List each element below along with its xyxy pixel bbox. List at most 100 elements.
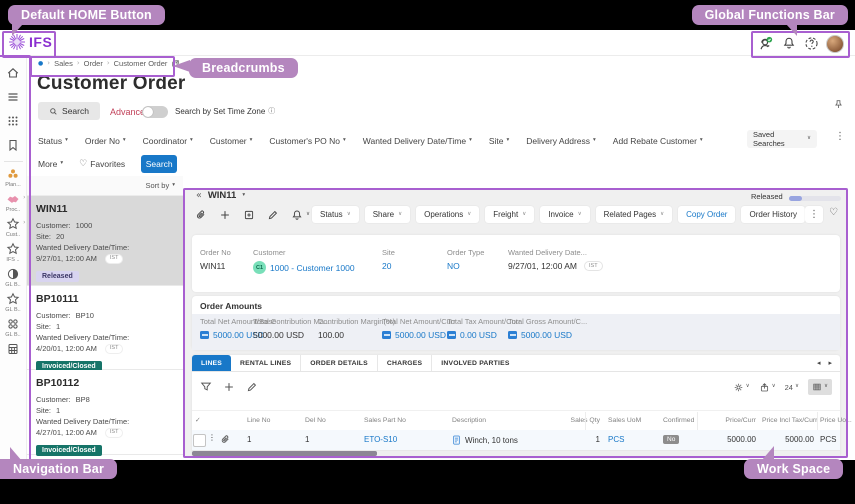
filter-more[interactable]: More▾ (38, 159, 63, 169)
breadcrumb-item-customer-order[interactable]: Customer Order (114, 59, 168, 68)
share-menu-button[interactable]: Share∨ (365, 206, 410, 223)
filter-coordinator[interactable]: Coordinator▾ (143, 136, 193, 146)
tab-lines[interactable]: LINES (192, 355, 231, 371)
filter-funnel-icon[interactable] (200, 381, 212, 393)
status-menu-button[interactable]: Status∨ (312, 206, 359, 223)
select-all-check-icon[interactable]: ✓ (195, 417, 201, 424)
caret-down-icon[interactable]: ▾ (242, 193, 245, 199)
info-icon: ⓘ (268, 108, 275, 115)
cell-sales-part-no[interactable]: ETO-S10 (364, 435, 397, 444)
order-history-button[interactable]: Order History (741, 206, 805, 223)
sidebar-item-gl-3[interactable]: GL B.. (0, 317, 27, 338)
home-icon[interactable] (6, 66, 20, 80)
row-attachment-icon[interactable] (220, 434, 231, 445)
row-checkbox[interactable] (193, 434, 206, 447)
cell-confirmed: No (663, 434, 679, 443)
view-mode-button[interactable]: ∨ (808, 379, 832, 395)
table-row[interactable]: ⋮ 1 1 ETO-S10 Winch, 10 tons 1 PCS No 50 (192, 430, 840, 451)
apps-grid-icon[interactable] (6, 114, 20, 128)
related-pages-menu-button[interactable]: Related Pages∨ (596, 206, 673, 223)
row-kebab-icon[interactable]: ⋮ (208, 434, 216, 442)
document-icon[interactable] (452, 435, 461, 445)
breadcrumb-item-order[interactable]: Order (84, 59, 103, 68)
apply-search-button[interactable]: Search (141, 155, 177, 173)
notify-icon[interactable]: ∨ (291, 209, 310, 221)
support-agent-icon[interactable] (758, 36, 773, 51)
list-item[interactable]: BP10112 Customer:BP8 Site:1 Wanted Deliv… (27, 370, 183, 455)
filter-delivery-address[interactable]: Delivery Address▾ (526, 136, 596, 146)
site-link[interactable]: 20 (382, 261, 395, 271)
chevron-right-icon: › (47, 60, 50, 67)
breadcrumb-item-sales[interactable]: Sales (54, 59, 73, 68)
favorite-heart-icon[interactable]: ♡ (829, 208, 838, 218)
help-history-icon[interactable] (804, 36, 819, 51)
operations-menu-button[interactable]: Operations∨ (416, 206, 479, 223)
bookmark-icon[interactable] (6, 138, 20, 152)
add-icon[interactable] (219, 209, 231, 221)
order-amounts-card: Order Amounts Total Net Amount/Base 5000… (192, 296, 840, 350)
cell-sales-uom[interactable]: PCS (608, 435, 624, 444)
currency-icon (508, 331, 517, 339)
notifications-bell-icon[interactable] (782, 36, 796, 50)
chevron-down-icon: ∨ (306, 212, 310, 218)
filter-customers-po-no[interactable]: Customer's PO No▾ (269, 136, 345, 146)
cluster-icon (6, 167, 20, 181)
table-toolbar-right: ∨ ∨ 24 ∨ ∨ (733, 379, 832, 395)
sidebar-item-gl-1[interactable]: GL B.. (0, 267, 27, 288)
attachment-icon[interactable] (195, 209, 207, 221)
chevron-right-icon: › (77, 60, 80, 67)
cell-price-curr: 5000.00 (702, 435, 756, 444)
page-size-select[interactable]: 24 ∨ (785, 383, 799, 392)
field-total-gross: Total Gross Amount/C... 5000.00 USD (508, 317, 587, 340)
user-avatar[interactable] (826, 35, 844, 53)
sidebar-item-ifs[interactable]: IFS .. (0, 242, 27, 263)
list-item[interactable]: WIN11 Customer:1000 Site:20 Wanted Deliv… (27, 196, 183, 286)
table-settings-button[interactable]: ∨ (733, 382, 750, 393)
section-title: Order Amounts (200, 301, 262, 311)
filter-order-no[interactable]: Order No▾ (85, 136, 126, 146)
customer-avatar: C1 (253, 261, 266, 274)
app-top-bar (0, 30, 855, 56)
freight-menu-button[interactable]: Freight∨ (485, 206, 534, 223)
sidebar-item-gl-2[interactable]: GL B.. (0, 292, 27, 313)
sidebar-item-label: IFS .. (6, 257, 19, 263)
timezone-pill: IST (105, 254, 124, 264)
add-row-icon[interactable] (223, 381, 235, 393)
search-button[interactable]: Search (38, 102, 100, 120)
saved-searches-select[interactable]: Saved Searches ∨ (747, 130, 817, 148)
edit-row-icon[interactable] (246, 381, 258, 393)
timezone-toggle[interactable] (142, 106, 168, 118)
sidebar-item-planning[interactable]: Plan... (0, 167, 27, 188)
horizontal-scrollbar[interactable] (192, 451, 840, 456)
favorites-button[interactable]: ♡Favorites (79, 159, 125, 169)
filter-wanted-delivery[interactable]: Wanted Delivery Date/Time▾ (363, 136, 472, 146)
duplicate-icon[interactable] (243, 209, 255, 221)
filter-add-rebate-customer[interactable]: Add Rebate Customer▾ (613, 136, 703, 146)
status-badge: Released (36, 271, 79, 282)
sidebar-item-procurement[interactable]: › Proc.. (0, 192, 27, 213)
tab-involved-parties[interactable]: INVOLVED PARTIES (432, 355, 518, 371)
copy-order-button[interactable]: Copy Order (678, 206, 735, 223)
tab-charges[interactable]: CHARGES (378, 355, 432, 371)
filter-status[interactable]: Status▾ (38, 136, 68, 146)
pin-icon[interactable] (833, 99, 844, 110)
list-item[interactable]: BP10111 Customer:BP10 Site:1 Wanted Deli… (27, 286, 183, 370)
record-kebab-button[interactable]: ⋮ (805, 206, 823, 223)
sidebar-item-customer[interactable]: › Cust.. (0, 217, 27, 238)
edit-icon[interactable] (267, 209, 279, 221)
menu-icon[interactable] (6, 90, 20, 104)
tab-prev-icon[interactable]: ◂ (817, 360, 821, 367)
filter-customer[interactable]: Customer▾ (210, 136, 253, 146)
list-sort-header[interactable]: Sort by ▾ (27, 176, 183, 196)
tab-next-icon[interactable]: ▸ (828, 360, 832, 367)
order-type-link[interactable]: NO (447, 261, 484, 271)
filter-site[interactable]: Site▾ (489, 136, 509, 146)
invoice-menu-button[interactable]: Invoice∨ (540, 206, 589, 223)
tab-rental-lines[interactable]: RENTAL LINES (231, 355, 301, 371)
caret-down-icon: ▾ (190, 138, 193, 144)
sidebar-item-calculator[interactable] (0, 342, 27, 356)
filter-kebab-icon[interactable]: ⋮ (835, 132, 845, 142)
collapse-icon[interactable]: « (196, 191, 202, 201)
tab-order-details[interactable]: ORDER DETAILS (301, 355, 378, 371)
table-export-button[interactable]: ∨ (759, 382, 776, 393)
